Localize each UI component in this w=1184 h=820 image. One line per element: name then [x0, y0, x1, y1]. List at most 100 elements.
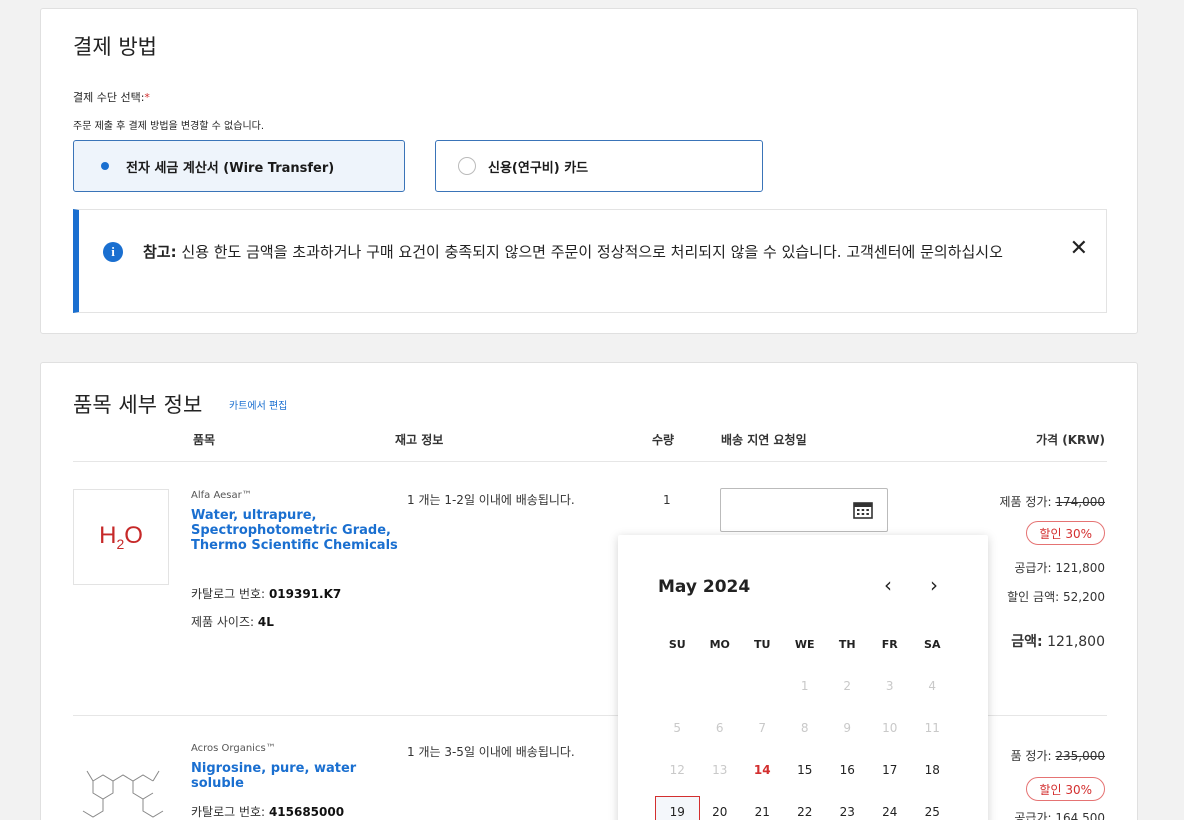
col-item: 품목	[193, 433, 216, 447]
calendar-weekday-row: SU MO TU WE TH FR SA	[656, 623, 954, 665]
payment-note: 주문 제출 후 결제 방법을 변경할 수 없습니다.	[73, 121, 265, 132]
calendar-grid: SU MO TU WE TH FR SA 1 2 3 4 5 6 7 8 9 10 11 12 13 14 15 16 17 1…	[655, 623, 954, 820]
calendar-day[interactable]: 17	[869, 763, 912, 777]
catalog-number: 019391.K7	[268, 587, 342, 601]
calendar-week-row: 19 20 21 22 23 24 25	[655, 791, 954, 820]
supply-label: 공급가:	[1014, 811, 1052, 820]
calendar-week-row: 1 2 3 4	[656, 665, 954, 707]
product-name-link[interactable]: Nigrosine, pure, water soluble	[191, 761, 391, 791]
calendar-day[interactable]: 24	[869, 805, 912, 819]
supply-price: 공급가: 121,800	[1014, 559, 1105, 576]
select-label-text: 결제 수단 선택:	[73, 91, 145, 104]
discount-amount: 할인 금액: 52,200	[1007, 588, 1105, 605]
supply-value: 121,800	[1055, 561, 1105, 575]
col-delivery: 배송 지연 요청일	[721, 433, 807, 447]
notice-box: i 참고: 신용 한도 금액을 초과하거나 구매 요건이 충족되지 않으면 주문…	[73, 209, 1107, 313]
prev-month-icon[interactable]: ‹	[884, 573, 892, 597]
product-catalog: 카탈로그 번호: 019391.K7	[191, 585, 341, 602]
credit-card-label: 신용(연구비) 카드	[488, 160, 589, 176]
col-stock: 재고 정보	[395, 433, 444, 447]
product-brand: Alfa Aesar™	[191, 490, 252, 501]
weekday-label: SU	[668, 637, 686, 651]
calendar-day[interactable]: 22	[784, 805, 827, 819]
calendar-day: 3	[885, 679, 894, 693]
list-price-label: 제품 정가:	[999, 495, 1052, 509]
list-price: 품 정가: 235,000	[1011, 747, 1105, 764]
weekday-label: TU	[754, 637, 771, 651]
calendar-day[interactable]: 21	[741, 805, 784, 819]
supply-value: 164,500	[1055, 811, 1105, 820]
notice-text: 참고: 신용 한도 금액을 초과하거나 구매 요건이 충족되지 않으면 주문이 …	[143, 240, 1013, 264]
weekday-label: SA	[924, 637, 941, 651]
radio-selected[interactable]	[96, 157, 114, 175]
stock-info: 1 개는 3-5일 이내에 배송됩니다.	[407, 745, 575, 759]
calendar-icon[interactable]	[853, 501, 873, 519]
calendar-day: 7	[758, 721, 767, 735]
radio-unselected[interactable]	[458, 157, 476, 175]
calendar-day: 13	[712, 763, 728, 777]
molecule-structure-icon	[82, 770, 164, 818]
product-name-link[interactable]: Water, ultrapure, Spectrophotometric Gra…	[191, 508, 411, 553]
stock-info: 1 개는 1-2일 이내에 배송됩니다.	[407, 493, 575, 507]
calendar-day[interactable]: 25	[911, 805, 954, 819]
weekday-label: WE	[794, 637, 815, 651]
notice-message: 신용 한도 금액을 초과하거나 구매 요건이 충족되지 않으면 주문이 정상적으…	[181, 243, 1003, 261]
total-value: 121,800	[1047, 634, 1105, 650]
col-price: 가격 (KRW)	[1035, 433, 1105, 447]
info-icon: i	[103, 242, 123, 262]
close-icon[interactable]: ✕	[1070, 236, 1088, 261]
list-price-label: 품 정가:	[1010, 749, 1052, 763]
col-qty: 수량	[652, 433, 675, 447]
calendar-day: 9	[843, 721, 852, 735]
calendar-day: 4	[928, 679, 937, 693]
weekday-label: FR	[881, 637, 898, 651]
calendar-day[interactable]: 20	[699, 805, 742, 819]
calendar-day: 10	[882, 721, 898, 735]
size-label: 제품 사이즈:	[191, 615, 255, 629]
product-catalog: 카탈로그 번호: 415685000	[191, 803, 344, 820]
catalog-number: 415685000	[268, 805, 345, 819]
discount-badge: 할인 30%	[1026, 777, 1105, 801]
calendar-day[interactable]: 14	[741, 763, 784, 777]
discount-amount-value: 52,200	[1063, 590, 1105, 604]
product-brand: Acros Organics™	[191, 743, 276, 754]
date-picker-popup: May 2024 ‹ › SU MO TU WE TH FR SA 1 2 3 4 5 6 7 8 9 10 11…	[618, 535, 988, 820]
list-price: 제품 정가: 174,000	[1000, 493, 1105, 510]
calendar-day[interactable]: 15	[784, 763, 827, 777]
discount-badge: 할인 30%	[1026, 521, 1105, 545]
wire-transfer-label: 전자 세금 계산서 (Wire Transfer)	[126, 160, 335, 176]
total-amount: 금액: 121,800	[1011, 631, 1105, 651]
product-thumbnail[interactable]	[73, 741, 169, 820]
payment-option-card[interactable]: 신용(연구비) 카드	[435, 140, 763, 192]
calendar-day[interactable]: 19	[655, 796, 700, 820]
weekday-label: TH	[838, 637, 856, 651]
header-divider	[73, 461, 1107, 462]
calendar-week-row: 12 13 14 15 16 17 18	[656, 749, 954, 791]
product-thumbnail[interactable]: H2O	[73, 489, 169, 585]
calendar-day[interactable]: 23	[826, 805, 869, 819]
delivery-date-input[interactable]	[720, 488, 888, 532]
product-size: 제품 사이즈: 4L	[191, 613, 274, 630]
calendar-day: 2	[843, 679, 852, 693]
calendar-day: 5	[673, 721, 682, 735]
calendar-day[interactable]: 18	[911, 763, 954, 777]
items-title: 품목 세부 정보	[73, 393, 203, 417]
edit-in-cart-link[interactable]: 카트에서 편집	[229, 397, 287, 412]
h2o-image: H2O	[99, 522, 143, 552]
calendar-day: 1	[800, 679, 809, 693]
supply-label: 공급가:	[1014, 561, 1052, 575]
calendar-day: 8	[800, 721, 809, 735]
calendar-day: 12	[669, 763, 685, 777]
calendar-week-row: 5 6 7 8 9 10 11	[656, 707, 954, 749]
list-price-value: 174,000	[1055, 495, 1105, 509]
next-month-icon[interactable]: ›	[930, 573, 938, 597]
required-mark: *	[144, 91, 150, 104]
calendar-day[interactable]: 16	[826, 763, 869, 777]
payment-title: 결제 방법	[73, 35, 157, 59]
discount-amount-label: 할인 금액:	[1007, 590, 1060, 604]
total-label: 금액:	[1011, 634, 1043, 650]
payment-option-wire[interactable]: 전자 세금 계산서 (Wire Transfer)	[73, 140, 405, 192]
notice-label: 참고:	[143, 243, 177, 261]
catalog-label: 카탈로그 번호:	[191, 805, 266, 819]
quantity-value: 1	[663, 493, 671, 507]
